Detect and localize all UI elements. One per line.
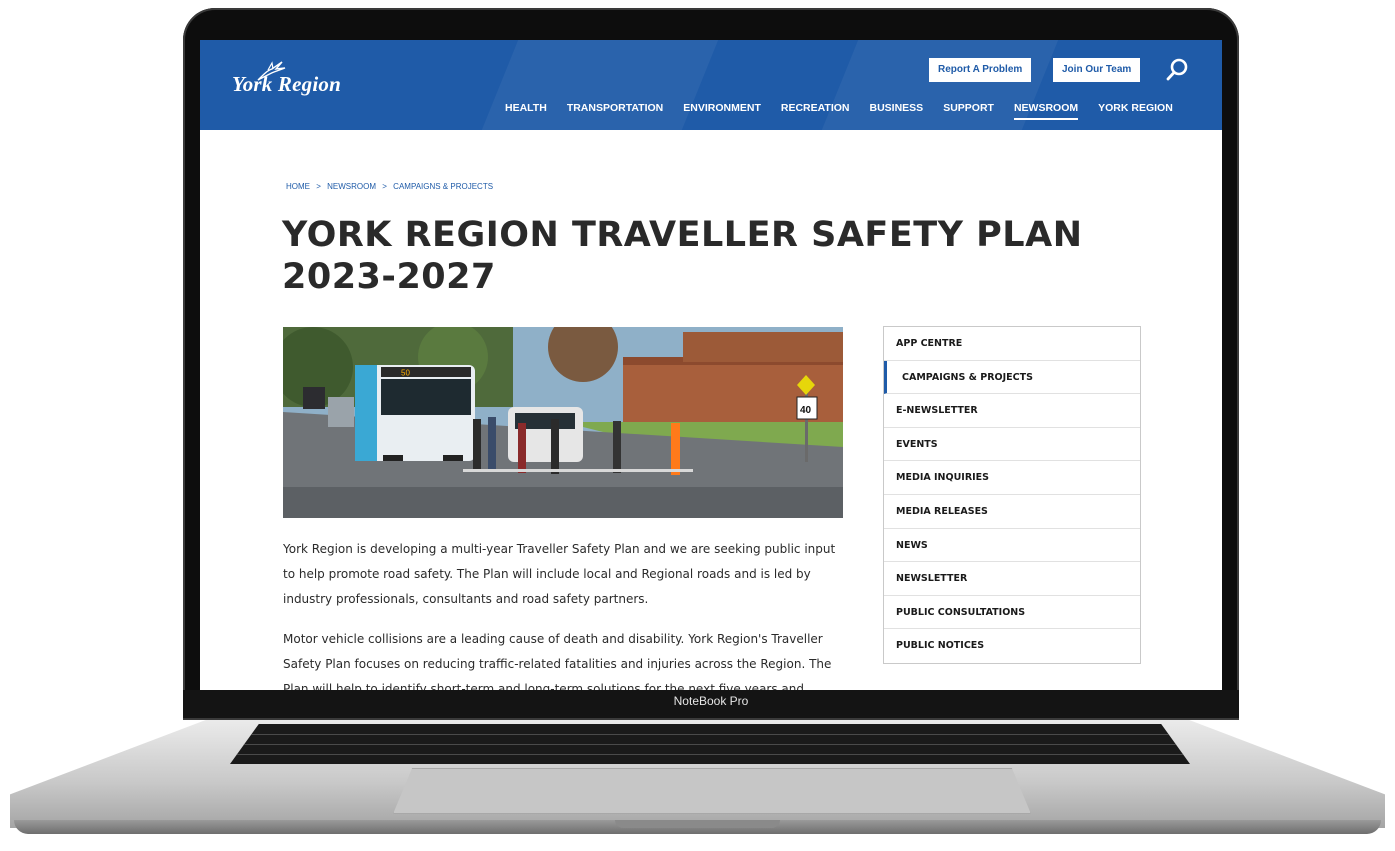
- speed-limit-sign: 40: [800, 405, 812, 416]
- nav-item-york-region[interactable]: YORK REGION: [1098, 102, 1173, 120]
- sidebar-item-public-notices[interactable]: PUBLIC NOTICES: [884, 629, 1140, 663]
- nav-item-support[interactable]: SUPPORT: [943, 102, 994, 120]
- sidebar-item-app-centre[interactable]: APP CENTRE: [884, 327, 1140, 361]
- breadcrumb-separator: >: [316, 182, 321, 191]
- nav-item-recreation[interactable]: RECREATION: [781, 102, 850, 120]
- laptop-keyboard: [230, 724, 1190, 764]
- breadcrumb-newsroom[interactable]: NEWSROOM: [327, 182, 376, 191]
- site-logo[interactable]: York Region: [232, 72, 341, 97]
- sidebar-item-newsletter[interactable]: NEWSLETTER: [884, 562, 1140, 596]
- page-title-line1: YORK REGION TRAVELLER SAFETY PLAN: [282, 215, 1083, 255]
- laptop-screen: York Region Report A Problem Join Our Te…: [200, 40, 1222, 690]
- breadcrumb: HOME > NEWSROOM > CAMPAIGNS & PROJECTS: [286, 182, 497, 191]
- device-label: NoteBook Pro: [673, 694, 749, 708]
- laptop-notch: [615, 820, 780, 828]
- page-title: YORK REGION TRAVELLER SAFETY PLAN 2023-2…: [282, 214, 1102, 298]
- breadcrumb-current[interactable]: CAMPAIGNS & PROJECTS: [393, 182, 493, 191]
- hero-image: 50 40: [283, 327, 843, 518]
- nav-item-business[interactable]: BUSINESS: [870, 102, 924, 120]
- laptop-chin: NoteBook Pro: [183, 690, 1239, 718]
- sidebar-item-campaigns-projects[interactable]: CAMPAIGNS & PROJECTS: [884, 360, 1140, 395]
- laptop-trackpad: [393, 768, 1031, 814]
- nav-item-environment[interactable]: ENVIRONMENT: [683, 102, 761, 120]
- sidebar-item-media-inquiries[interactable]: MEDIA INQUIRIES: [884, 461, 1140, 495]
- report-problem-button[interactable]: Report A Problem: [929, 58, 1032, 82]
- nav-item-transportation[interactable]: TRANSPORTATION: [567, 102, 663, 120]
- sidebar-item-public-consultations[interactable]: PUBLIC CONSULTATIONS: [884, 596, 1140, 630]
- search-icon[interactable]: [1166, 58, 1188, 82]
- sidebar-item-e-newsletter[interactable]: E-NEWSLETTER: [884, 394, 1140, 428]
- site-header: York Region Report A Problem Join Our Te…: [200, 40, 1222, 130]
- bus-route-number: 50: [401, 369, 410, 378]
- sidebar-item-media-releases[interactable]: MEDIA RELEASES: [884, 495, 1140, 529]
- intro-paragraph: York Region is developing a multi-year T…: [283, 542, 836, 606]
- sidebar-item-news[interactable]: NEWS: [884, 529, 1140, 563]
- section-sidebar: APP CENTRE CAMPAIGNS & PROJECTS E-NEWSLE…: [883, 326, 1141, 664]
- nav-item-newsroom[interactable]: NEWSROOM: [1013, 102, 1079, 120]
- main-nav: HEALTH TRANSPORTATION ENVIRONMENT RECREA…: [505, 102, 1173, 120]
- page-title-line2: 2023-2027: [282, 257, 496, 297]
- body-paragraph: Motor vehicle collisions are a leading c…: [283, 632, 832, 690]
- breadcrumb-home[interactable]: HOME: [286, 182, 310, 191]
- join-team-button[interactable]: Join Our Team: [1053, 58, 1141, 82]
- sidebar-item-events[interactable]: EVENTS: [884, 428, 1140, 462]
- breadcrumb-separator: >: [382, 182, 387, 191]
- nav-item-health[interactable]: HEALTH: [505, 102, 547, 120]
